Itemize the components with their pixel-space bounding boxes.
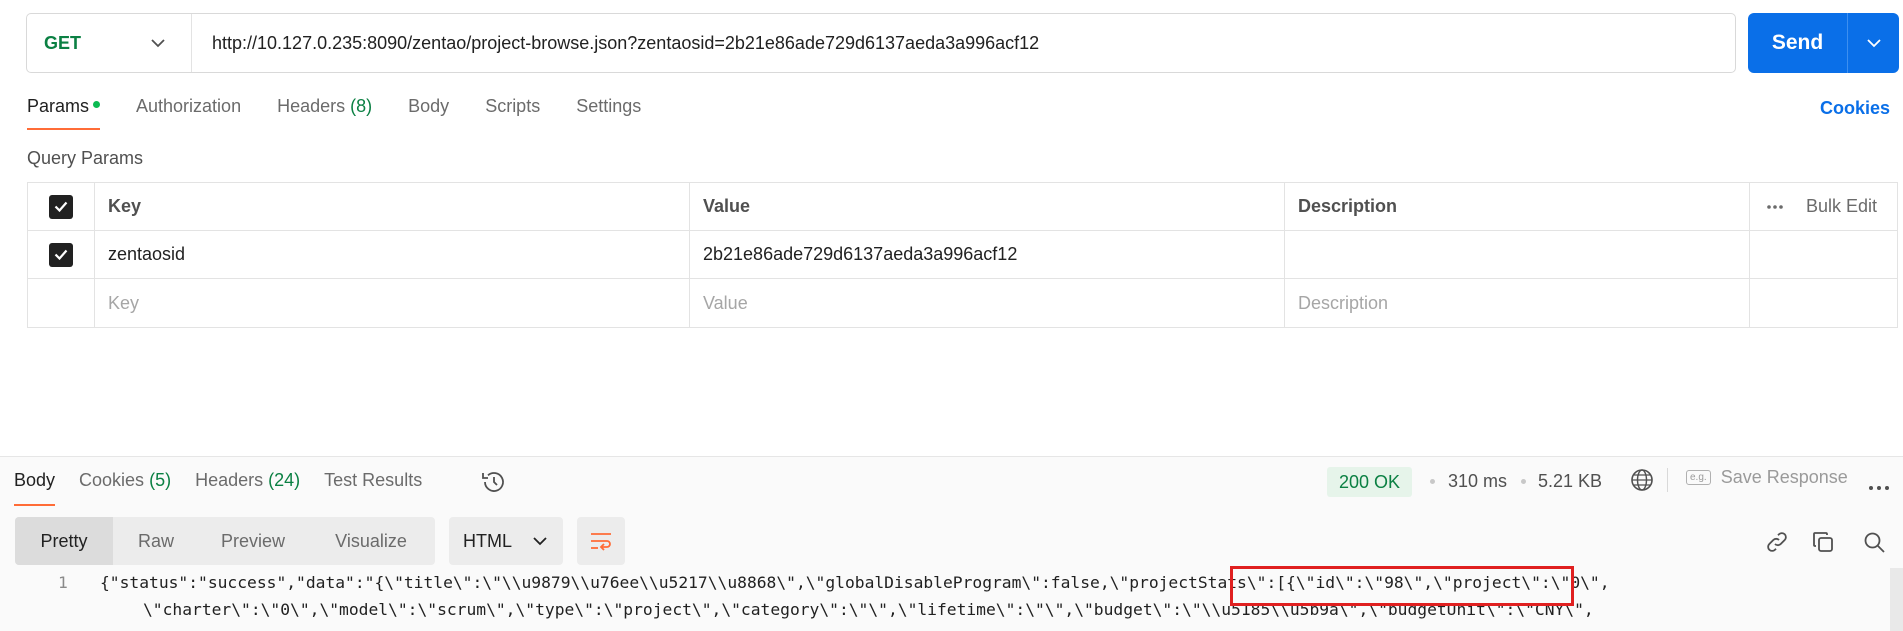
response-tab-cookies[interactable]: Cookies (5) [79,470,171,506]
search-icon[interactable] [1862,530,1886,559]
view-mode-selector: Pretty Raw Preview Visualize [15,517,435,565]
response-size[interactable]: 5.21 KB [1538,471,1602,492]
new-key-input[interactable]: Key [95,279,690,327]
response-cookies-count: (5) [149,470,172,490]
empty-extra-cell [1750,279,1897,327]
query-params-title: Query Params [27,148,144,168]
toolbar-divider [1667,468,1668,492]
view-raw-button[interactable]: Raw [113,517,199,565]
select-all-cell [28,183,95,230]
tab-settings[interactable]: Settings [576,96,641,130]
column-header-value: Value [690,183,1285,230]
tab-params-label: Params [27,96,90,116]
param-description-field[interactable] [1285,231,1750,278]
cookies-link[interactable]: Cookies [1820,98,1890,119]
response-headers-count: (24) [268,470,301,490]
highlight-box [1230,566,1574,606]
send-button-group: Send [1748,13,1899,73]
column-header-key: Key [95,183,690,230]
table-row-empty: Key Value Description [28,279,1897,327]
chevron-down-icon [533,536,547,545]
empty-check-cell [28,279,95,327]
status-badge[interactable]: 200 OK [1327,467,1413,497]
method-label: GET [44,32,82,53]
bulk-edit-cell: Bulk Edit [1750,183,1897,230]
tab-headers[interactable]: Headers (8) [277,96,372,130]
line-number: 1 [58,573,68,592]
copy-icon[interactable] [1811,530,1835,559]
table-header-row: Key Value Description Bulk Edit [28,183,1897,231]
select-all-checkbox[interactable] [49,194,73,219]
response-time[interactable]: 310 ms [1448,471,1507,492]
new-description-input[interactable]: Description [1285,279,1750,327]
more-horizontal-icon[interactable] [1766,204,1784,210]
tab-scripts[interactable]: Scripts [485,96,540,130]
example-icon: e.g. [1686,470,1711,485]
method-selector[interactable]: GET [27,14,192,72]
wrap-lines-button[interactable] [577,517,625,565]
headers-count: (8) [350,96,373,116]
link-icon[interactable] [1765,530,1789,559]
table-row: zentaosid 2b21e86ade729d6137aeda3a996acf… [28,231,1897,279]
format-label: HTML [463,530,512,551]
tab-headers-label: Headers [277,96,346,116]
param-value-field[interactable]: 2b21e86ade729d6137aeda3a996acf12 [690,231,1285,278]
send-button[interactable]: Send [1748,13,1848,73]
column-header-description: Description [1285,183,1750,230]
history-icon[interactable] [480,470,506,499]
save-response-button[interactable]: e.g. Save Response [1686,467,1848,488]
wrap-lines-icon [591,533,611,551]
meta-separator [1521,479,1526,484]
url-input[interactable]: http://10.127.0.235:8090/zentao/project-… [192,33,1039,54]
meta-separator [1430,479,1435,484]
row-extra-cell [1750,231,1897,278]
tab-body[interactable]: Body [408,96,449,130]
more-horizontal-icon[interactable] [1868,478,1890,496]
view-preview-button[interactable]: Preview [199,517,307,565]
view-pretty-button[interactable]: Pretty [15,517,113,565]
response-tab-headers-label: Headers [195,470,264,490]
request-bar: GET http://10.127.0.235:8090/zentao/proj… [26,13,1736,73]
response-tab-headers[interactable]: Headers (24) [195,470,300,506]
bulk-edit-button[interactable]: Bulk Edit [1806,196,1877,217]
response-tab-body[interactable]: Body [14,470,56,506]
tab-authorization[interactable]: Authorization [136,96,241,130]
chevron-down-icon [151,38,165,47]
response-tab-test-results[interactable]: Test Results [324,470,422,506]
save-response-label: Save Response [1720,467,1848,487]
response-tab-cookies-label: Cookies [79,470,145,490]
chevron-down-icon [1866,38,1881,47]
response-tabs: Body Cookies (5) Headers (24) Test Resul… [14,470,446,506]
check-icon [54,249,68,260]
format-dropdown[interactable]: HTML [449,517,563,565]
tab-params[interactable]: Params [27,96,101,130]
check-icon [54,201,68,212]
request-tabs: Params Authorization Headers (8) Body Sc… [27,96,677,130]
view-visualize-button[interactable]: Visualize [307,517,435,565]
row-checkbox[interactable] [49,242,73,267]
param-key-field[interactable]: zentaosid [95,231,690,278]
query-params-table: Key Value Description Bulk Edit zentaosi… [27,182,1898,328]
send-options-button[interactable] [1848,13,1899,73]
params-active-dot [93,101,101,108]
row-checkbox-cell [28,231,95,278]
vertical-scrollbar[interactable] [1890,568,1903,631]
new-value-input[interactable]: Value [690,279,1285,327]
globe-icon[interactable] [1630,468,1654,497]
